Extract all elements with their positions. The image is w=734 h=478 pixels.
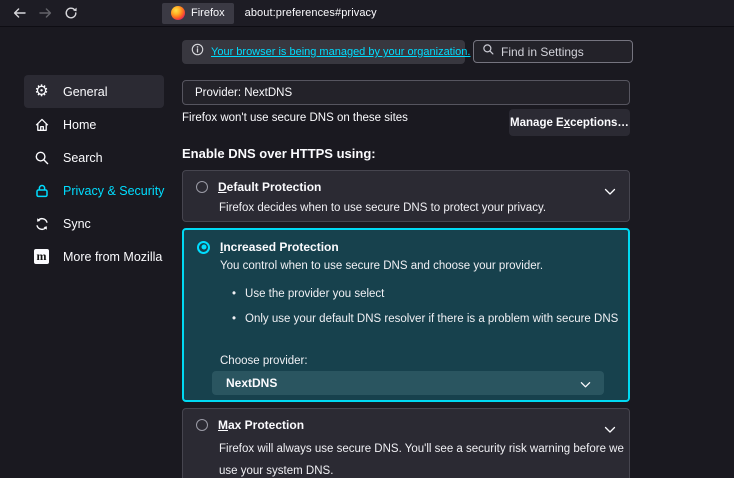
sync-icon	[33, 215, 50, 232]
option-description: You control when to use secure DNS and c…	[220, 260, 543, 272]
doh-option-increased-protection[interactable]: Increased Protection You control when to…	[182, 228, 630, 402]
preferences-content: ⚙ General Home Search Privacy & Securit	[0, 28, 734, 478]
mozilla-icon: m	[33, 248, 50, 265]
sidebar-item-label: General	[63, 85, 107, 99]
settings-sidebar: ⚙ General Home Search Privacy & Securit	[24, 75, 164, 273]
exceptions-description: Firefox won't use secure DNS on these si…	[182, 112, 408, 124]
managed-notice-link[interactable]: Your browser is being managed by your or…	[211, 46, 470, 58]
tab-firefox[interactable]: Firefox	[162, 3, 234, 24]
lock-icon	[33, 182, 50, 199]
sidebar-item-label: Sync	[63, 217, 91, 231]
chevron-down-icon[interactable]	[604, 183, 616, 201]
manage-exceptions-label: Manage Exceptions…	[510, 117, 629, 129]
tab-label: Firefox	[191, 7, 225, 19]
option-header: Max Protection	[196, 418, 304, 432]
firefox-preferences-window: Firefox about:preferences#privacy ⚙ Gene…	[0, 0, 734, 478]
sidebar-item-label: Home	[63, 118, 96, 132]
radio-default-protection[interactable]	[196, 181, 208, 193]
sidebar-item-privacy-security[interactable]: Privacy & Security	[24, 174, 164, 207]
home-icon	[33, 116, 50, 133]
option-header: Default Protection	[196, 180, 321, 194]
chevron-down-icon[interactable]	[604, 421, 616, 439]
sidebar-item-label: More from Mozilla	[63, 250, 162, 264]
manage-exceptions-button[interactable]: Manage Exceptions…	[509, 109, 630, 136]
find-in-settings-box	[473, 40, 633, 63]
option-description: Firefox decides when to use secure DNS t…	[219, 202, 546, 214]
address-url[interactable]: about:preferences#privacy	[245, 7, 377, 19]
doh-heading: Enable DNS over HTTPS using:	[182, 146, 376, 161]
option-title: Increased Protection	[220, 240, 339, 254]
option-header: Increased Protection	[197, 240, 339, 254]
reload-button[interactable]	[58, 2, 84, 24]
doh-option-default-protection[interactable]: Default Protection Firefox decides when …	[182, 170, 630, 222]
sidebar-item-home[interactable]: Home	[24, 108, 164, 141]
gear-icon: ⚙	[33, 83, 50, 100]
info-icon	[191, 43, 204, 61]
forward-arrow-icon	[38, 6, 53, 20]
option-title: Default Protection	[218, 180, 321, 194]
option-description: Firefox will always use secure DNS. You'…	[219, 438, 636, 478]
firefox-logo-icon	[171, 6, 185, 20]
radio-increased-protection[interactable]	[197, 241, 210, 254]
option-bullet: Only use your default DNS resolver if th…	[232, 313, 618, 325]
reload-icon	[64, 6, 78, 20]
sidebar-item-general[interactable]: ⚙ General	[24, 75, 164, 108]
secure-dns-status-field[interactable]: Provider: NextDNS	[182, 80, 630, 105]
provider-dropdown-value: NextDNS	[226, 376, 277, 390]
provider-status-text: Provider: NextDNS	[195, 87, 292, 99]
forward-button[interactable]	[32, 2, 58, 24]
sidebar-item-label: Search	[63, 151, 103, 165]
doh-option-max-protection[interactable]: Max Protection Firefox will always use s…	[182, 408, 630, 478]
option-title: Max Protection	[218, 418, 304, 432]
choose-provider-label: Choose provider:	[220, 355, 308, 367]
back-button[interactable]	[6, 2, 32, 24]
sidebar-item-more-from-mozilla[interactable]: m More from Mozilla	[24, 240, 164, 273]
sidebar-item-search[interactable]: Search	[24, 141, 164, 174]
back-arrow-icon	[12, 6, 27, 20]
radio-max-protection[interactable]	[196, 419, 208, 431]
browser-toolbar: Firefox about:preferences#privacy	[0, 0, 734, 27]
chevron-down-icon	[580, 378, 591, 392]
sidebar-item-sync[interactable]: Sync	[24, 207, 164, 240]
search-icon	[482, 43, 495, 61]
provider-dropdown[interactable]: NextDNS	[212, 371, 604, 395]
managed-notice-banner: Your browser is being managed by your or…	[182, 40, 465, 64]
option-bullet: Use the provider you select	[232, 288, 384, 300]
search-icon	[33, 149, 50, 166]
sidebar-item-label: Privacy & Security	[63, 184, 164, 198]
find-in-settings-input[interactable]	[501, 45, 611, 59]
